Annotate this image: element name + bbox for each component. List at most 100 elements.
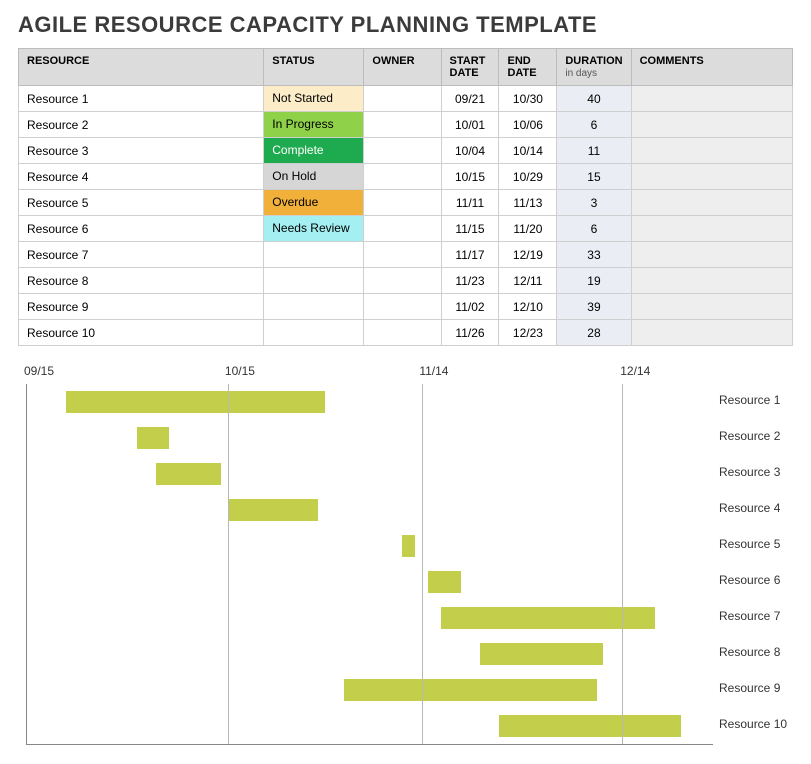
table-row[interactable]: Resource 7 11/1712/1933	[19, 242, 793, 268]
gantt-bar[interactable]	[402, 535, 415, 557]
owner-cell[interactable]	[364, 242, 441, 268]
table-row[interactable]: Resource 8 11/2312/1119	[19, 268, 793, 294]
gantt-bar[interactable]	[66, 391, 325, 413]
status-cell[interactable]: Overdue	[264, 190, 364, 216]
header-row: RESOURCE STATUS OWNER START DATE END DAT…	[19, 49, 793, 86]
table-row[interactable]: Resource 1Not Started 09/2110/3040	[19, 86, 793, 112]
comments-cell[interactable]	[631, 294, 792, 320]
comments-cell[interactable]	[631, 164, 792, 190]
status-cell[interactable]: Not Started	[264, 86, 364, 112]
status-badge[interactable]: On Hold	[264, 164, 363, 189]
start-date-cell[interactable]: 10/15	[441, 164, 499, 190]
table-row[interactable]: Resource 3Complete 10/0410/1411	[19, 138, 793, 164]
start-date-cell[interactable]: 11/15	[441, 216, 499, 242]
end-date-cell[interactable]: 12/19	[499, 242, 557, 268]
comments-cell[interactable]	[631, 216, 792, 242]
owner-cell[interactable]	[364, 164, 441, 190]
status-cell[interactable]	[264, 294, 364, 320]
duration-cell[interactable]: 28	[557, 320, 631, 346]
status-badge[interactable]: Needs Review	[264, 216, 363, 241]
owner-cell[interactable]	[364, 294, 441, 320]
status-cell[interactable]	[264, 320, 364, 346]
end-date-cell[interactable]: 12/10	[499, 294, 557, 320]
start-date-cell[interactable]: 11/23	[441, 268, 499, 294]
resource-name-cell[interactable]: Resource 6	[19, 216, 264, 242]
comments-cell[interactable]	[631, 190, 792, 216]
resource-name-cell[interactable]: Resource 1	[19, 86, 264, 112]
start-date-cell[interactable]: 11/11	[441, 190, 499, 216]
gantt-gridline	[228, 384, 229, 744]
comments-cell[interactable]	[631, 138, 792, 164]
status-badge[interactable]: Complete	[264, 138, 363, 163]
gantt-bar[interactable]	[156, 463, 221, 485]
table-row[interactable]: Resource 2In Progress 10/0110/066	[19, 112, 793, 138]
table-row[interactable]: Resource 6Needs Review 11/1511/206	[19, 216, 793, 242]
status-cell[interactable]	[264, 268, 364, 294]
gantt-bar[interactable]	[228, 499, 319, 521]
duration-cell[interactable]: 15	[557, 164, 631, 190]
end-date-cell[interactable]: 10/29	[499, 164, 557, 190]
resource-name-cell[interactable]: Resource 4	[19, 164, 264, 190]
end-date-cell[interactable]: 10/30	[499, 86, 557, 112]
owner-cell[interactable]	[364, 86, 441, 112]
comments-cell[interactable]	[631, 112, 792, 138]
status-cell[interactable]: Complete	[264, 138, 364, 164]
start-date-cell[interactable]: 11/17	[441, 242, 499, 268]
resource-name-cell[interactable]: Resource 2	[19, 112, 264, 138]
owner-cell[interactable]	[364, 320, 441, 346]
end-date-cell[interactable]: 10/14	[499, 138, 557, 164]
comments-cell[interactable]	[631, 268, 792, 294]
owner-cell[interactable]	[364, 268, 441, 294]
start-date-cell[interactable]: 09/21	[441, 86, 499, 112]
end-date-cell[interactable]: 10/06	[499, 112, 557, 138]
gantt-row-label: Resource 9	[719, 681, 791, 695]
resource-name-cell[interactable]: Resource 7	[19, 242, 264, 268]
owner-cell[interactable]	[364, 216, 441, 242]
owner-cell[interactable]	[364, 112, 441, 138]
gantt-bar[interactable]	[480, 643, 603, 665]
status-badge[interactable]: Overdue	[264, 190, 363, 215]
owner-cell[interactable]	[364, 138, 441, 164]
gantt-bar[interactable]	[428, 571, 460, 593]
status-badge[interactable]: Not Started	[264, 86, 363, 111]
status-cell[interactable]: In Progress	[264, 112, 364, 138]
status-cell[interactable]: Needs Review	[264, 216, 364, 242]
table-row[interactable]: Resource 4On Hold 10/1510/2915	[19, 164, 793, 190]
resource-name-cell[interactable]: Resource 10	[19, 320, 264, 346]
start-date-cell[interactable]: 10/01	[441, 112, 499, 138]
end-date-cell[interactable]: 11/13	[499, 190, 557, 216]
gantt-bar[interactable]	[137, 427, 169, 449]
resource-name-cell[interactable]: Resource 5	[19, 190, 264, 216]
resource-name-cell[interactable]: Resource 8	[19, 268, 264, 294]
resource-name-cell[interactable]: Resource 3	[19, 138, 264, 164]
duration-cell[interactable]: 11	[557, 138, 631, 164]
end-date-cell[interactable]: 12/23	[499, 320, 557, 346]
start-date-cell[interactable]: 11/02	[441, 294, 499, 320]
gantt-bar[interactable]	[499, 715, 680, 737]
gantt-row: Resource 6	[27, 564, 713, 600]
duration-cell[interactable]: 19	[557, 268, 631, 294]
table-row[interactable]: Resource 10 11/2612/2328	[19, 320, 793, 346]
table-row[interactable]: Resource 5Overdue 11/1111/133	[19, 190, 793, 216]
owner-cell[interactable]	[364, 190, 441, 216]
end-date-cell[interactable]: 12/11	[499, 268, 557, 294]
status-badge[interactable]: In Progress	[264, 112, 363, 137]
comments-cell[interactable]	[631, 320, 792, 346]
duration-cell[interactable]: 33	[557, 242, 631, 268]
status-cell[interactable]	[264, 242, 364, 268]
duration-cell[interactable]: 6	[557, 112, 631, 138]
resource-name-cell[interactable]: Resource 9	[19, 294, 264, 320]
end-date-cell[interactable]: 11/20	[499, 216, 557, 242]
duration-cell[interactable]: 40	[557, 86, 631, 112]
duration-cell[interactable]: 39	[557, 294, 631, 320]
table-row[interactable]: Resource 9 11/0212/1039	[19, 294, 793, 320]
comments-cell[interactable]	[631, 86, 792, 112]
duration-cell[interactable]: 3	[557, 190, 631, 216]
start-date-cell[interactable]: 11/26	[441, 320, 499, 346]
gantt-bar[interactable]	[344, 679, 596, 701]
status-cell[interactable]: On Hold	[264, 164, 364, 190]
resource-table: RESOURCE STATUS OWNER START DATE END DAT…	[18, 48, 793, 346]
start-date-cell[interactable]: 10/04	[441, 138, 499, 164]
comments-cell[interactable]	[631, 242, 792, 268]
duration-cell[interactable]: 6	[557, 216, 631, 242]
